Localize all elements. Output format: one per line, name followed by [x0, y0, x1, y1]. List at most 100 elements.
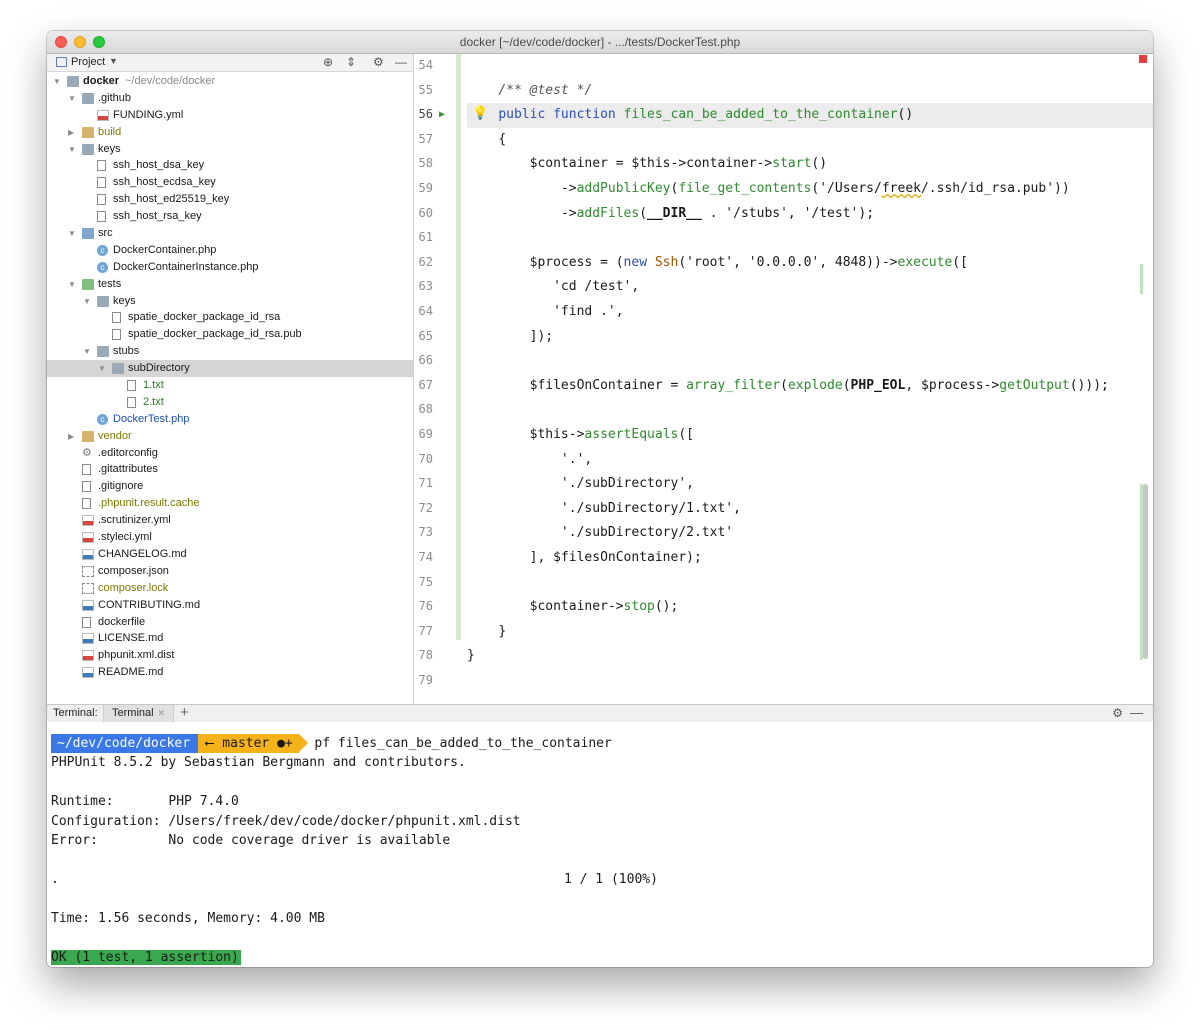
code-text: -> — [560, 205, 577, 221]
chevron-down-icon[interactable]: ▼ — [68, 141, 78, 158]
lightbulb-icon[interactable]: 💡 — [472, 106, 488, 121]
tree-item[interactable]: .phpunit.result.cache — [47, 495, 413, 512]
chevron-down-icon[interactable]: ▼ — [53, 73, 63, 90]
tree-item[interactable]: ▶ build — [47, 124, 413, 141]
line-number[interactable]: 59 — [414, 181, 433, 195]
code-comment: /** @test */ — [498, 82, 593, 98]
line-number[interactable]: 67 — [414, 378, 433, 392]
line-number[interactable]: 56 — [414, 107, 433, 121]
tree-item[interactable]: composer.lock — [47, 580, 413, 597]
tree-item[interactable]: spatie_docker_package_id_rsa.pub — [47, 326, 413, 343]
line-number[interactable]: 77 — [414, 624, 433, 638]
hide-panel-icon[interactable]: — — [1130, 705, 1143, 720]
line-number[interactable]: 66 — [414, 353, 433, 367]
chevron-right-icon[interactable]: ▶ — [68, 428, 78, 445]
code-function: start — [772, 156, 812, 172]
chevron-right-icon[interactable]: ▶ — [68, 124, 78, 141]
spelling-warning[interactable]: freek — [882, 181, 921, 196]
editor-gutter[interactable]: 54 55 56 ▶ 57 58 59 60 61 62 63 64 65 66 67 68 69 70 71 72 7… — [414, 54, 461, 704]
tree-item[interactable]: ssh_host_rsa_key — [47, 208, 413, 225]
tree-item[interactable]: .styleci.yml — [47, 529, 413, 546]
line-number[interactable]: 60 — [414, 206, 433, 220]
line-number[interactable]: 54 — [414, 58, 433, 72]
tree-item[interactable]: composer.json — [47, 563, 413, 580]
tree-item[interactable]: c DockerTest.php — [47, 411, 413, 428]
gear-icon[interactable]: ⚙ — [373, 55, 384, 69]
tree-item[interactable]: ▼ subDirectory — [47, 360, 413, 378]
tree-item[interactable]: phpunit.xml.dist — [47, 647, 413, 664]
tree-item[interactable]: .gitignore — [47, 478, 413, 495]
tree-item[interactable]: ssh_host_ed25519_key — [47, 191, 413, 208]
tree-item[interactable]: ssh_host_ecdsa_key — [47, 174, 413, 191]
tree-item[interactable]: ▼ tests — [47, 276, 413, 293]
terminal-output[interactable]: ~/dev/code/docker ⭠ master ●+ pf files_ca… — [47, 722, 1153, 967]
line-number[interactable]: 73 — [414, 525, 433, 539]
collapse-all-icon[interactable]: ⇕ — [346, 55, 356, 69]
tree-item[interactable]: c DockerContainerInstance.php — [47, 259, 413, 276]
tree-item[interactable]: dockerfile — [47, 614, 413, 631]
gear-icon[interactable]: ⚙ — [1112, 706, 1123, 720]
line-number[interactable]: 64 — [414, 304, 433, 318]
tree-item[interactable]: CONTRIBUTING.md — [47, 597, 413, 614]
method-name[interactable]: files_can_be_added_to_the_container — [624, 107, 898, 122]
tree-item[interactable]: .scrutinizer.yml — [47, 512, 413, 529]
line-number[interactable]: 74 — [414, 550, 433, 564]
tree-item[interactable]: ⚙ .editorconfig — [47, 445, 413, 462]
tree-item[interactable]: 2.txt — [47, 394, 413, 411]
error-stripe-marker[interactable] — [1139, 55, 1147, 63]
tree-item[interactable]: .gitattributes — [47, 461, 413, 478]
terminal-line: Runtime: PHP 7.4.0 — [51, 794, 239, 809]
line-number[interactable]: 57 — [414, 132, 433, 146]
chevron-down-icon[interactable]: ▼ — [83, 293, 93, 310]
line-number[interactable]: 68 — [414, 402, 433, 416]
tree-item[interactable]: ▼ .github — [47, 90, 413, 107]
tree-item[interactable]: FUNDING.yml — [47, 107, 413, 124]
project-view-selector[interactable]: Project — [71, 56, 105, 68]
line-number[interactable]: 55 — [414, 83, 433, 97]
code-editor[interactable]: 54 55 56 ▶ 57 58 59 60 61 62 63 64 65 66 67 68 69 70 71 72 7… — [414, 54, 1153, 704]
tree-item[interactable]: ▶ vendor — [47, 428, 413, 445]
line-number[interactable]: 63 — [414, 279, 433, 293]
line-number[interactable]: 71 — [414, 476, 433, 490]
tree-item[interactable]: ▼ keys — [47, 293, 413, 310]
tree-item[interactable]: ssh_host_dsa_key — [47, 157, 413, 174]
tab-terminal[interactable]: Terminal ✕ — [103, 705, 175, 722]
chevron-down-icon[interactable]: ▼ — [98, 360, 108, 377]
chevron-down-icon[interactable]: ▼ — [83, 343, 93, 360]
chevron-down-icon[interactable]: ▼ — [68, 90, 78, 107]
line-number[interactable]: 79 — [414, 673, 433, 687]
code-text: './subDirectory/1.txt', — [560, 500, 741, 516]
line-number[interactable]: 76 — [414, 599, 433, 613]
line-number[interactable]: 62 — [414, 255, 433, 269]
tree-item[interactable]: ▼ keys — [47, 141, 413, 158]
line-number[interactable]: 61 — [414, 230, 433, 244]
close-icon[interactable]: ✕ — [158, 708, 166, 718]
tree-item[interactable]: CHANGELOG.md — [47, 546, 413, 563]
folder-icon — [82, 278, 94, 290]
locate-icon[interactable]: ⊕ — [323, 55, 333, 69]
chevron-down-icon[interactable]: ▼ — [109, 56, 118, 66]
tree-item[interactable]: 1.txt — [47, 377, 413, 394]
line-number[interactable]: 75 — [414, 575, 433, 589]
run-test-icon[interactable]: ▶ — [439, 109, 445, 120]
chevron-down-icon[interactable]: ▼ — [68, 276, 78, 293]
tree-item[interactable]: README.md — [47, 664, 413, 681]
chevron-down-icon[interactable]: ▼ — [68, 225, 78, 242]
tree-item[interactable]: ▼ docker ~/dev/code/docker — [47, 73, 413, 90]
code-keyword: function — [553, 107, 616, 123]
line-number[interactable]: 78 — [414, 648, 433, 662]
hide-panel-icon[interactable]: — — [395, 55, 407, 69]
tree-item[interactable]: ▼ src — [47, 225, 413, 242]
tree-item[interactable]: spatie_docker_package_id_rsa — [47, 309, 413, 326]
tree-item[interactable]: LICENSE.md — [47, 630, 413, 647]
new-tab-button[interactable]: + — [180, 704, 189, 721]
php-class-icon: c — [97, 244, 108, 256]
line-number[interactable]: 65 — [414, 329, 433, 343]
line-number[interactable]: 58 — [414, 156, 433, 170]
line-number[interactable]: 69 — [414, 427, 433, 441]
tree-item[interactable]: c DockerContainer.php — [47, 242, 413, 259]
editor-scrollbar[interactable] — [1143, 484, 1148, 659]
line-number[interactable]: 72 — [414, 501, 433, 515]
tree-item[interactable]: ▼ stubs — [47, 343, 413, 360]
line-number[interactable]: 70 — [414, 452, 433, 466]
